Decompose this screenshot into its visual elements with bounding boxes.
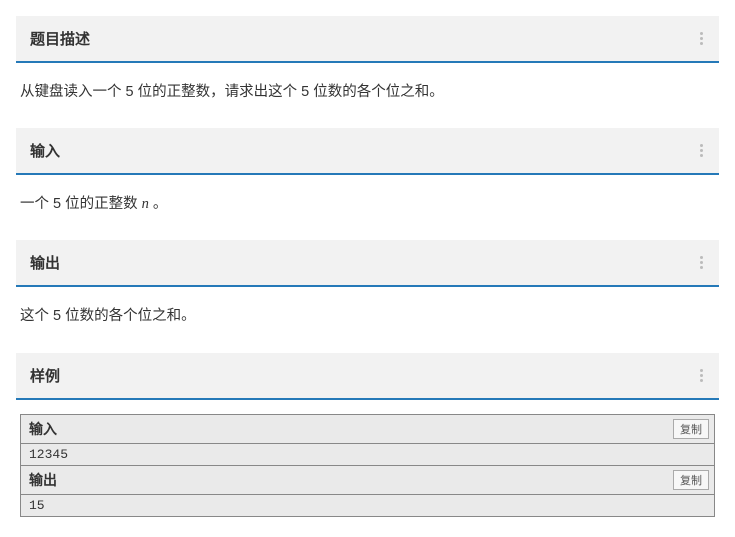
sample-table: 输入 复制 12345 输出 复制 15	[20, 414, 715, 517]
more-vertical-icon[interactable]	[698, 30, 705, 47]
section-body-output: 这个 5 位数的各个位之和。	[16, 287, 719, 342]
sample-output-data-row: 15	[21, 494, 715, 516]
input-text-pre: 一个 5 位的正整数	[20, 196, 142, 212]
sample-input-header-cell: 输入 复制	[21, 414, 715, 443]
section-body-description: 从键盘读入一个 5 位的正整数，请求出这个 5 位数的各个位之和。	[16, 63, 719, 118]
section-header-sample: 样例	[16, 353, 719, 400]
copy-output-button[interactable]: 复制	[673, 470, 709, 490]
more-vertical-icon[interactable]	[698, 367, 705, 384]
section-title: 输出	[30, 252, 60, 273]
section-body-input: 一个 5 位的正整数 n 。	[16, 175, 719, 230]
sample-output-label: 输出	[29, 472, 57, 488]
sample-input-label: 输入	[29, 421, 57, 437]
section-header-output: 输出	[16, 240, 719, 287]
sample-container: 输入 复制 12345 输出 复制 15	[16, 400, 719, 521]
input-variable: n	[142, 196, 149, 212]
sample-input-data: 12345	[21, 443, 715, 465]
section-header-input: 输入	[16, 128, 719, 175]
section-title: 样例	[30, 365, 60, 386]
sample-input-data-row: 12345	[21, 443, 715, 465]
more-vertical-icon[interactable]	[698, 254, 705, 271]
sample-output-header-row: 输出 复制	[21, 465, 715, 494]
sample-output-data: 15	[21, 494, 715, 516]
section-title: 题目描述	[30, 28, 90, 49]
input-text-post: 。	[149, 196, 168, 212]
sample-output-header-cell: 输出 复制	[21, 465, 715, 494]
sample-input-header-row: 输入 复制	[21, 414, 715, 443]
section-header-description: 题目描述	[16, 16, 719, 63]
section-title: 输入	[30, 140, 60, 161]
copy-input-button[interactable]: 复制	[673, 419, 709, 439]
more-vertical-icon[interactable]	[698, 142, 705, 159]
